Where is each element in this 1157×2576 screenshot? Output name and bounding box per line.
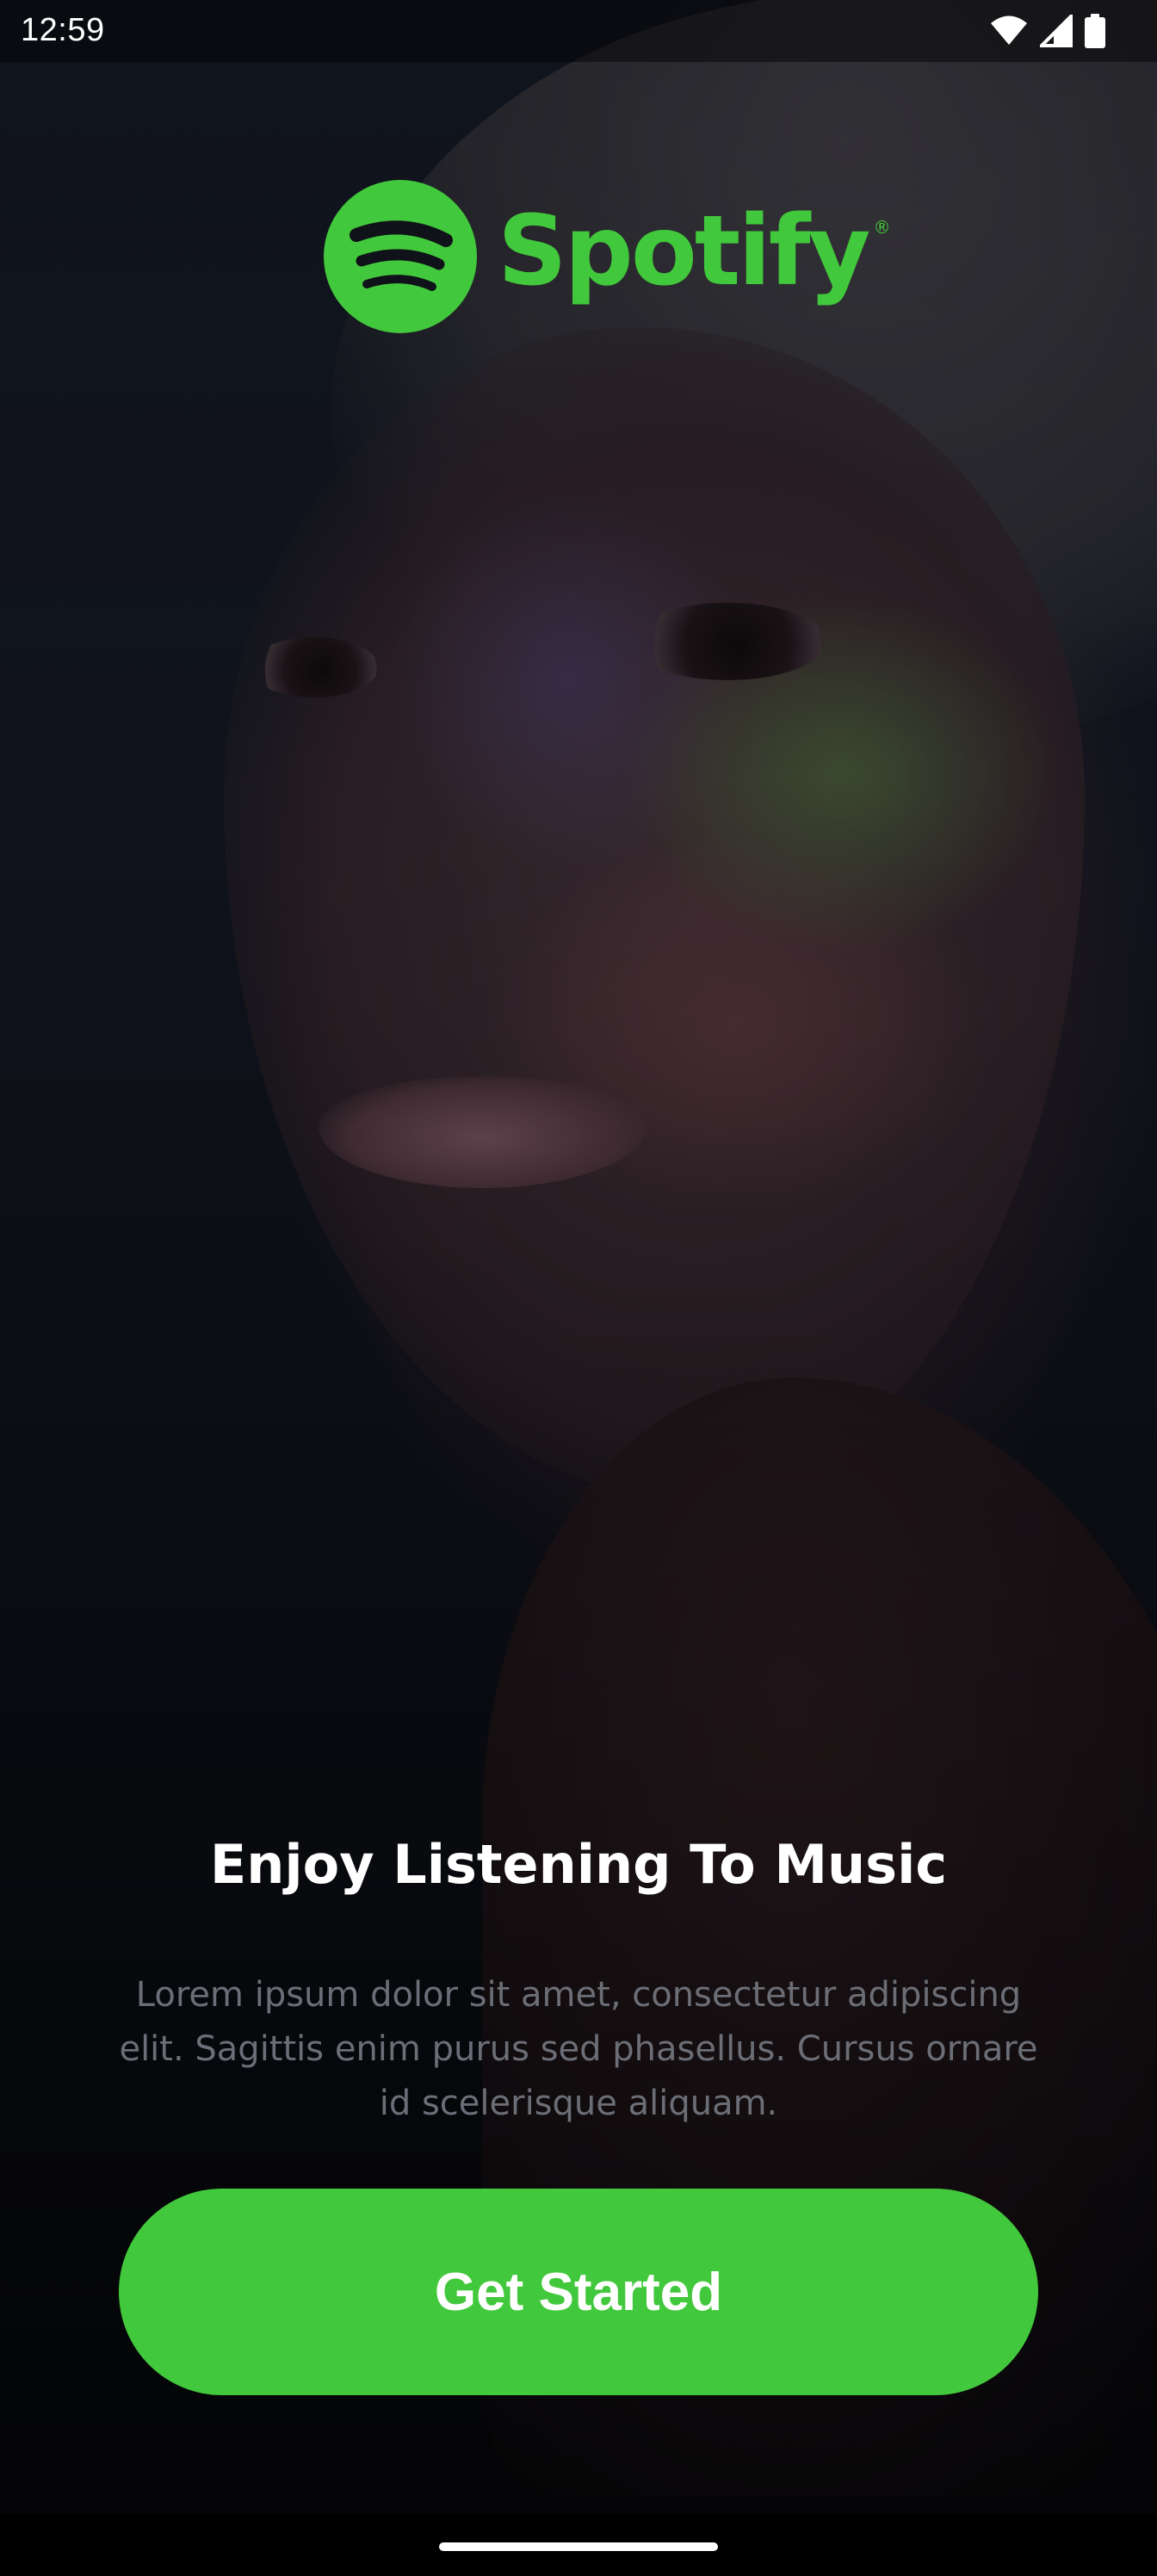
home-gesture-handle[interactable] xyxy=(439,2542,718,2551)
battery-icon xyxy=(1085,14,1105,48)
onboarding-screen: 12:59 Spotify ® Enjoy Listening To Music… xyxy=(0,0,1157,2576)
onboarding-description: Lorem ipsum dolor sit amet, consectetur … xyxy=(119,1975,1038,2123)
registered-mark: ® xyxy=(873,217,891,238)
wifi-icon xyxy=(990,15,1028,46)
onboarding-headline: Enjoy Listening To Music xyxy=(209,1833,948,1896)
get-started-button[interactable]: Get Started xyxy=(119,2189,1038,2395)
status-time: 12:59 xyxy=(21,12,105,48)
logo-wordmark: Spotify xyxy=(498,195,870,307)
cellular-signal-icon xyxy=(1040,15,1073,47)
status-bar: 12:59 xyxy=(0,0,1157,62)
spotify-logo: Spotify ® xyxy=(324,179,890,334)
spotify-logo-icon xyxy=(324,180,477,333)
